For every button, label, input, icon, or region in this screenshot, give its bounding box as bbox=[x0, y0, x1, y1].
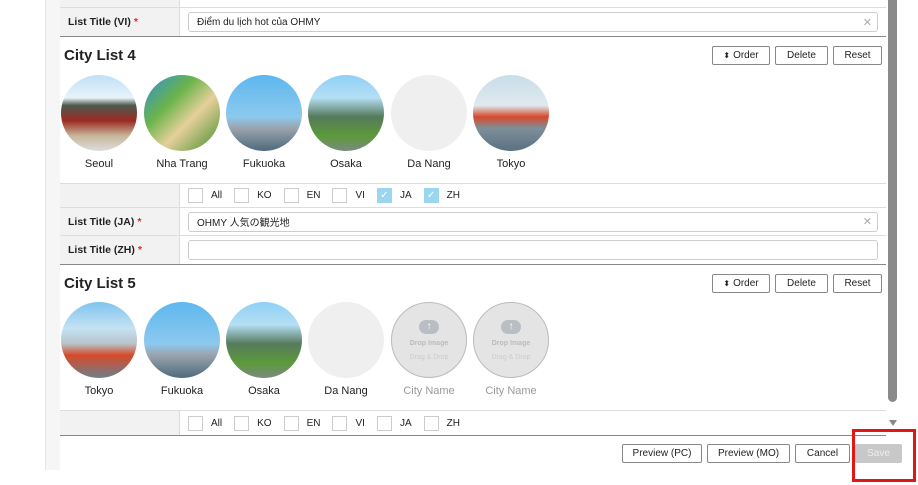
language-checkbox-row: All KO EN VI JA ZH bbox=[60, 410, 886, 436]
left-panel bbox=[0, 0, 46, 470]
lang-row-top bbox=[60, 0, 886, 8]
checkbox-en[interactable] bbox=[283, 415, 299, 431]
required-mark: * bbox=[133, 16, 138, 28]
city-item[interactable]: Fukuoka bbox=[226, 75, 302, 170]
clear-icon[interactable]: ✕ bbox=[863, 16, 872, 29]
list-title-ja-input[interactable]: OHMY 人気の観光地 ✕ bbox=[188, 211, 878, 232]
city-item[interactable]: Da Nang bbox=[308, 302, 384, 397]
sort-icon: ⬍ bbox=[723, 279, 731, 288]
checkbox-ja[interactable] bbox=[376, 415, 392, 431]
sort-icon: ⬍ bbox=[723, 51, 731, 60]
image-dropzone[interactable]: ↑ Drop Image Drag & Drop bbox=[391, 302, 467, 378]
upload-cloud-icon: ↑ bbox=[501, 319, 521, 334]
city-drop-slot[interactable]: ↑ Drop Image Drag & Drop City Name bbox=[473, 302, 549, 397]
cancel-button[interactable]: Cancel bbox=[795, 444, 850, 463]
reset-button[interactable]: Reset bbox=[833, 46, 882, 65]
checkbox-zh[interactable]: ✓ bbox=[423, 188, 439, 203]
city-image bbox=[473, 75, 549, 151]
city-item[interactable]: Da Nang bbox=[391, 75, 467, 170]
city-image bbox=[61, 75, 137, 151]
checkbox-all[interactable] bbox=[188, 188, 203, 203]
city-image bbox=[144, 75, 220, 151]
list-title-zh-input[interactable] bbox=[188, 240, 878, 260]
clear-icon[interactable]: ✕ bbox=[863, 215, 872, 228]
language-checkbox-row: All KO EN VI ✓ JA ✓ ZH bbox=[60, 183, 886, 208]
section-title: City List 5 bbox=[64, 275, 136, 292]
city-image bbox=[308, 75, 384, 151]
left-strip bbox=[46, 0, 60, 470]
order-button[interactable]: ⬍ Order bbox=[712, 46, 770, 65]
order-button[interactable]: ⬍ Order bbox=[712, 274, 770, 293]
city-image bbox=[226, 302, 302, 378]
city-image bbox=[391, 75, 467, 151]
checkbox-zh[interactable] bbox=[423, 415, 439, 431]
city-image bbox=[308, 302, 384, 378]
checkbox-vi[interactable] bbox=[332, 415, 348, 431]
checkbox-ko[interactable] bbox=[234, 415, 250, 431]
list-title-vi-input[interactable]: Điểm du lịch hot của OHMY ✕ bbox=[188, 12, 878, 32]
label: List Title (VI) bbox=[68, 16, 131, 28]
preview-pc-button[interactable]: Preview (PC) bbox=[622, 444, 702, 463]
upload-cloud-icon: ↑ bbox=[419, 319, 439, 334]
scrollbar-thumb[interactable] bbox=[888, 0, 897, 402]
highlight-box bbox=[852, 429, 916, 482]
city-item[interactable]: Osaka bbox=[226, 302, 302, 397]
city-item[interactable]: Tokyo bbox=[61, 302, 137, 397]
checkbox-en[interactable] bbox=[283, 188, 299, 203]
city-item[interactable]: Tokyo bbox=[473, 75, 549, 170]
image-dropzone[interactable]: ↑ Drop Image Drag & Drop bbox=[473, 302, 549, 378]
delete-button[interactable]: Delete bbox=[775, 274, 828, 293]
list-title-zh-row: List Title (ZH) * bbox=[60, 236, 886, 265]
checkbox-ko[interactable] bbox=[234, 188, 250, 203]
city-item[interactable]: Fukuoka bbox=[144, 302, 220, 397]
city-item[interactable]: Nha Trang bbox=[144, 75, 220, 170]
city-image bbox=[226, 75, 302, 151]
preview-mo-button[interactable]: Preview (MO) bbox=[707, 444, 790, 463]
city-drop-slot[interactable]: ↑ Drop Image Drag & Drop City Name bbox=[391, 302, 467, 397]
city-item[interactable]: Osaka bbox=[308, 75, 384, 170]
scroll-down-arrow-icon[interactable] bbox=[889, 420, 897, 426]
delete-button[interactable]: Delete bbox=[775, 46, 828, 65]
section-title: City List 4 bbox=[64, 47, 136, 64]
checkbox-all[interactable] bbox=[188, 415, 203, 431]
city-image bbox=[61, 302, 137, 378]
reset-button[interactable]: Reset bbox=[833, 274, 882, 293]
city-item[interactable]: Seoul bbox=[61, 75, 137, 170]
city-image bbox=[144, 302, 220, 378]
list-title-ja-row: List Title (JA) * OHMY 人気の観光地 ✕ bbox=[60, 208, 886, 236]
checkbox-vi[interactable] bbox=[332, 188, 348, 203]
checkbox-ja[interactable]: ✓ bbox=[376, 188, 392, 203]
list-title-vi-row: List Title (VI) * Điểm du lịch hot của OH… bbox=[60, 8, 886, 37]
